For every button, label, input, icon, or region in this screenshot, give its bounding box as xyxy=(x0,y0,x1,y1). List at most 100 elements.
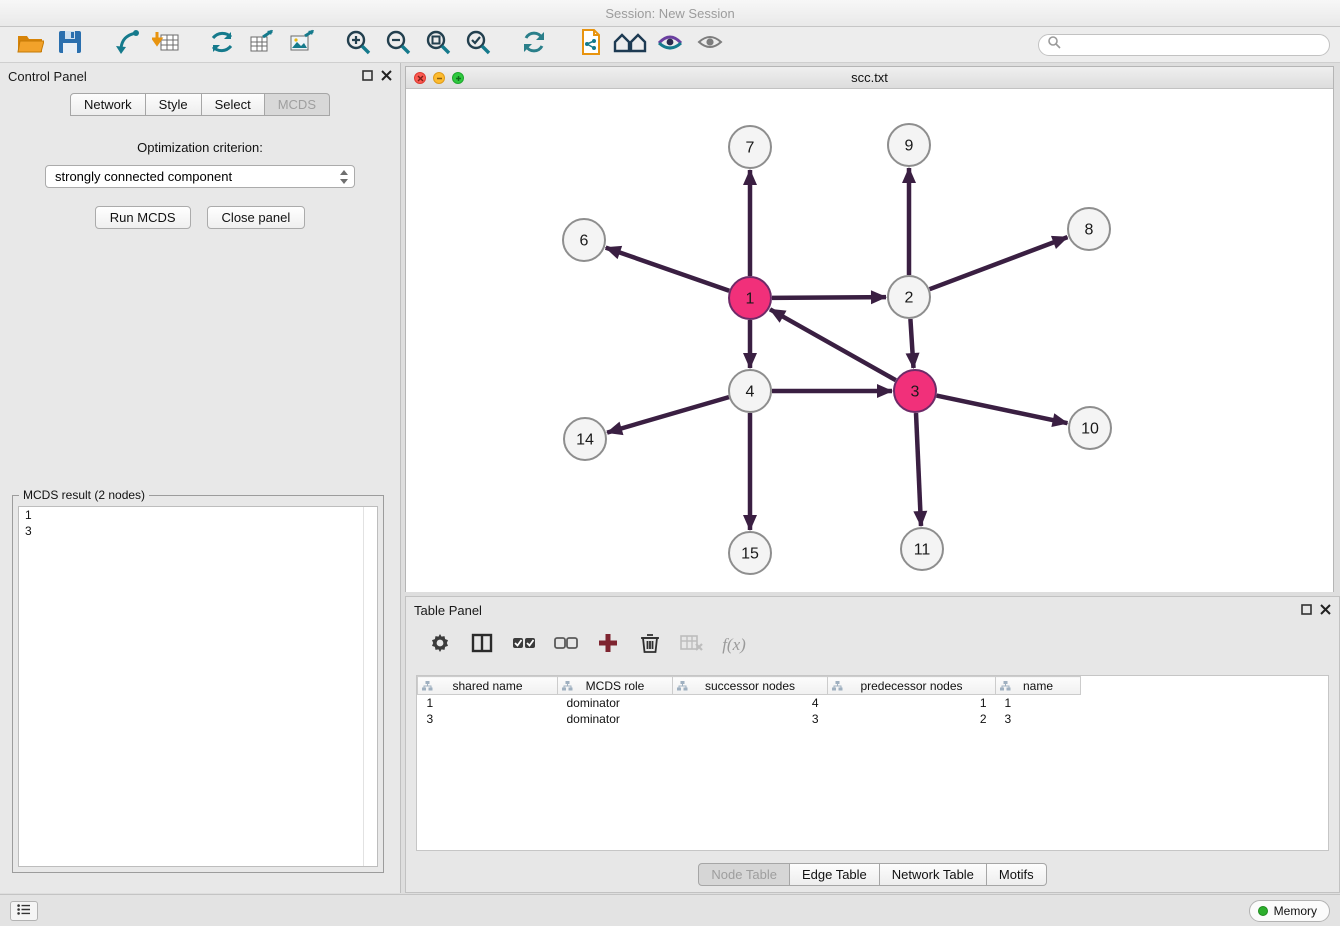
node-table[interactable]: shared nameMCDS rolesuccessor nodesprede… xyxy=(416,675,1329,851)
memory-button[interactable]: Memory xyxy=(1249,900,1330,922)
apply-style-button[interactable] xyxy=(650,29,690,61)
graph-node-2[interactable]: 2 xyxy=(888,276,930,318)
graph-edge-4-14[interactable] xyxy=(607,397,729,433)
mcds-result-list[interactable]: 13 xyxy=(18,506,378,867)
open-folder-icon xyxy=(16,28,44,61)
graph-edge-3-10[interactable] xyxy=(937,396,1068,424)
graph-node-14[interactable]: 14 xyxy=(564,418,606,460)
search-input[interactable] xyxy=(1061,38,1321,52)
graph-edge-3-11[interactable] xyxy=(916,413,921,526)
cell-name[interactable]: 1 xyxy=(996,695,1081,711)
network-window-titlebar[interactable]: scc.txt xyxy=(406,67,1333,89)
zoom-fit-button[interactable] xyxy=(418,29,458,61)
zoom-window-icon[interactable] xyxy=(452,72,464,84)
tab-node-table[interactable]: Node Table xyxy=(698,863,790,886)
result-line[interactable]: 1 xyxy=(19,507,377,523)
close-window-icon[interactable] xyxy=(414,72,426,84)
cell-successor-nodes[interactable]: 4 xyxy=(673,695,828,711)
svg-text:6: 6 xyxy=(580,233,589,250)
delete-table-button[interactable] xyxy=(678,631,706,659)
table-row[interactable]: 3dominator323 xyxy=(418,711,1081,727)
column-header-mcds-role[interactable]: MCDS role xyxy=(558,677,673,695)
column-header-predecessor-nodes[interactable]: predecessor nodes xyxy=(828,677,996,695)
svg-text:2: 2 xyxy=(905,290,914,307)
graph-node-10[interactable]: 10 xyxy=(1069,407,1111,449)
cell-predecessor-nodes[interactable]: 1 xyxy=(828,695,996,711)
close-panel-icon[interactable] xyxy=(381,69,392,84)
minimize-window-icon[interactable] xyxy=(433,72,445,84)
graph-edge-3-1[interactable] xyxy=(770,309,896,380)
svg-text:9: 9 xyxy=(905,138,914,155)
graph-node-15[interactable]: 15 xyxy=(729,532,771,574)
float-table-panel-icon[interactable] xyxy=(1301,603,1312,618)
column-header-shared-name[interactable]: shared name xyxy=(418,677,558,695)
network-view-window: scc.txt 7 9 6 8 1 2 4 3 14 10 15 11 xyxy=(405,66,1334,592)
cell-name[interactable]: 3 xyxy=(996,711,1081,727)
export-image-button[interactable] xyxy=(282,29,322,61)
graph-node-11[interactable]: 11 xyxy=(901,528,943,570)
import-table-button[interactable] xyxy=(146,29,186,61)
tab-edge-table[interactable]: Edge Table xyxy=(790,863,880,886)
column-header-name[interactable]: name xyxy=(996,677,1081,695)
export-network-button[interactable] xyxy=(242,29,282,61)
tab-network[interactable]: Network xyxy=(70,93,146,116)
tab-mcds[interactable]: MCDS xyxy=(265,93,330,116)
network-graph[interactable]: 7 9 6 8 1 2 4 3 14 10 15 11 xyxy=(406,89,1333,592)
new-network-button[interactable] xyxy=(202,29,242,61)
column-header-successor-nodes[interactable]: successor nodes xyxy=(673,677,828,695)
zoom-in-button[interactable] xyxy=(338,29,378,61)
open-session-button[interactable] xyxy=(10,29,50,61)
select-all-button[interactable] xyxy=(510,631,538,659)
function-builder-button[interactable]: f(x) xyxy=(720,631,748,659)
graph-node-4[interactable]: 4 xyxy=(729,370,771,412)
zoom-selected-button[interactable] xyxy=(458,29,498,61)
dropdown-stepper-icon xyxy=(338,169,350,188)
graph-node-1[interactable]: 1 xyxy=(729,277,771,319)
float-panel-icon[interactable] xyxy=(362,69,373,84)
zoom-out-button[interactable] xyxy=(378,29,418,61)
save-session-button[interactable] xyxy=(50,29,90,61)
show-panels-button[interactable] xyxy=(10,901,38,921)
graph-node-3[interactable]: 3 xyxy=(894,370,936,412)
cell-mcds-role[interactable]: dominator xyxy=(558,695,673,711)
table-row[interactable]: 1dominator411 xyxy=(418,695,1081,711)
graph-edge-1-6[interactable] xyxy=(606,248,730,291)
import-network-button[interactable] xyxy=(106,29,146,61)
optimization-criterion-dropdown[interactable]: strongly connected component xyxy=(45,165,355,188)
graph-edge-1-2[interactable] xyxy=(772,297,886,298)
search-field[interactable] xyxy=(1038,34,1330,56)
close-panel-button[interactable]: Close panel xyxy=(207,206,306,229)
graph-node-8[interactable]: 8 xyxy=(1068,208,1110,250)
graph-node-9[interactable]: 9 xyxy=(888,124,930,166)
result-line[interactable]: 3 xyxy=(19,523,377,539)
cell-mcds-role[interactable]: dominator xyxy=(558,711,673,727)
tab-style[interactable]: Style xyxy=(146,93,202,116)
close-table-panel-icon[interactable] xyxy=(1320,603,1331,618)
add-column-button[interactable] xyxy=(594,631,622,659)
network-canvas-area[interactable]: 7 9 6 8 1 2 4 3 14 10 15 11 xyxy=(406,89,1333,592)
window-title: Session: New Session xyxy=(605,6,734,21)
tab-select[interactable]: Select xyxy=(202,93,265,116)
deselect-all-button[interactable] xyxy=(552,631,580,659)
result-scrollbar[interactable] xyxy=(363,507,364,866)
columns-icon xyxy=(471,632,493,659)
tab-network-table[interactable]: Network Table xyxy=(880,863,987,886)
show-hide-button[interactable] xyxy=(690,29,730,61)
delete-column-button[interactable] xyxy=(636,631,664,659)
open-document-button[interactable] xyxy=(570,29,610,61)
cell-successor-nodes[interactable]: 3 xyxy=(673,711,828,727)
import-network-icon xyxy=(112,28,140,61)
home-button[interactable] xyxy=(610,29,650,61)
cell-predecessor-nodes[interactable]: 2 xyxy=(828,711,996,727)
graph-edge-2-8[interactable] xyxy=(930,237,1068,289)
show-columns-button[interactable] xyxy=(468,631,496,659)
cell-shared-name[interactable]: 3 xyxy=(418,711,558,727)
graph-node-6[interactable]: 6 xyxy=(563,219,605,261)
tab-motifs[interactable]: Motifs xyxy=(987,863,1047,886)
graph-edge-2-3[interactable] xyxy=(910,319,913,368)
table-settings-button[interactable] xyxy=(426,631,454,659)
refresh-button[interactable] xyxy=(514,29,554,61)
graph-node-7[interactable]: 7 xyxy=(729,126,771,168)
run-mcds-button[interactable]: Run MCDS xyxy=(95,206,191,229)
cell-shared-name[interactable]: 1 xyxy=(418,695,558,711)
